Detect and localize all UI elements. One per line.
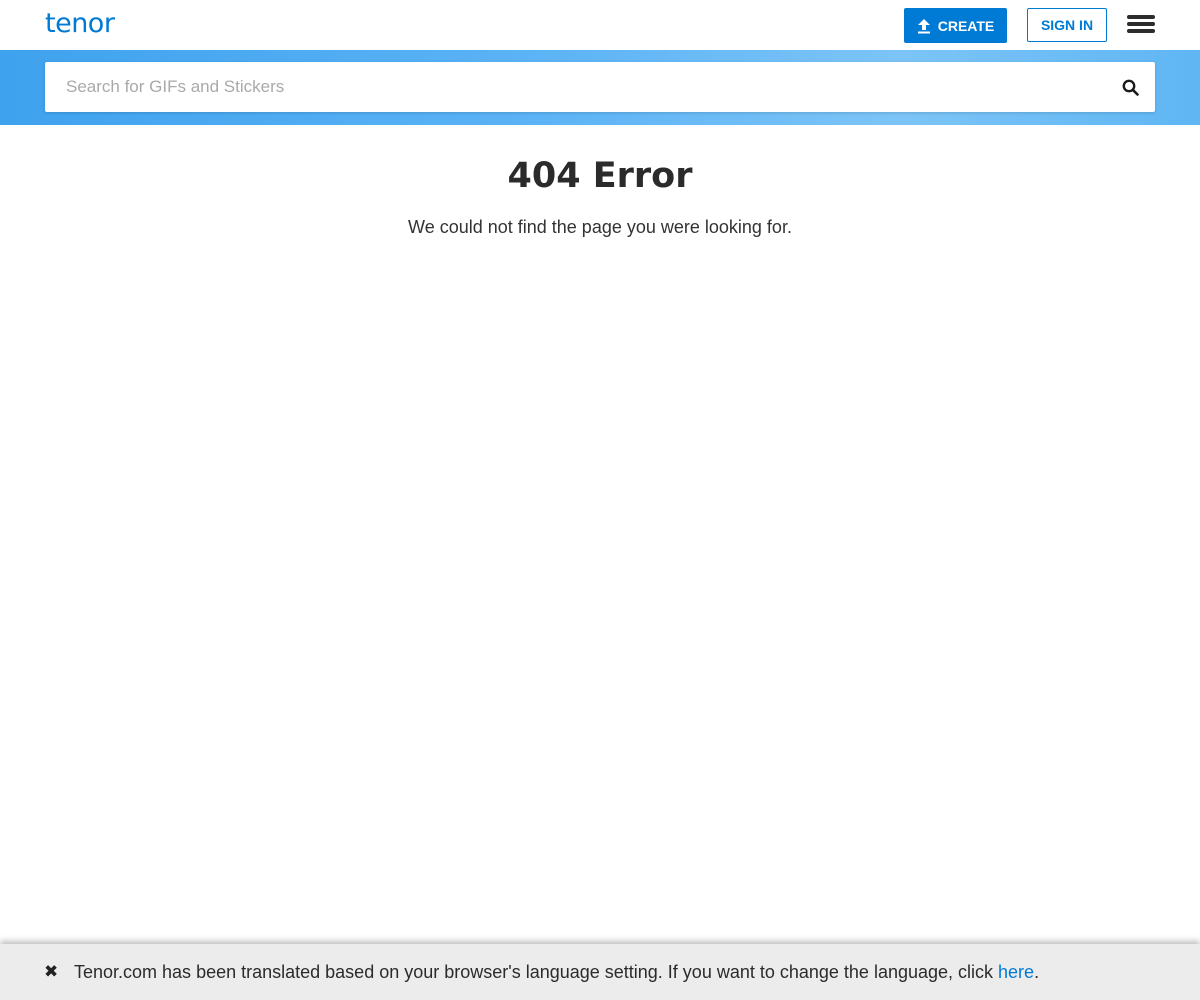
menu-bar (1127, 22, 1155, 26)
close-icon[interactable]: ✖ (44, 961, 58, 983)
change-language-link[interactable]: here (998, 962, 1034, 982)
create-button[interactable]: CREATE (904, 8, 1007, 43)
language-notice-message: Tenor.com has been translated based on y… (74, 962, 999, 982)
error-title: 404 Error (507, 156, 693, 196)
top-header: tenor CREATE SIGN IN (0, 0, 1200, 50)
language-notice-text: Tenor.com has been translated based on y… (74, 961, 1039, 983)
upload-icon (917, 18, 930, 33)
language-notice-bar: ✖ Tenor.com has been translated based on… (0, 944, 1200, 1000)
error-message: We could not find the page you were look… (408, 217, 792, 237)
menu-bar (1127, 15, 1155, 19)
sign-in-button[interactable]: SIGN IN (1027, 8, 1107, 42)
search-banner (0, 50, 1200, 125)
language-notice-period: . (1034, 962, 1040, 982)
menu-bar (1127, 29, 1155, 33)
search-input[interactable] (45, 62, 1105, 112)
search-icon[interactable] (1122, 79, 1139, 96)
create-button-label: CREATE (937, 17, 995, 34)
search-box (45, 62, 1155, 112)
tenor-logo[interactable]: tenor (45, 6, 115, 42)
hamburger-menu-icon[interactable] (1127, 15, 1155, 35)
